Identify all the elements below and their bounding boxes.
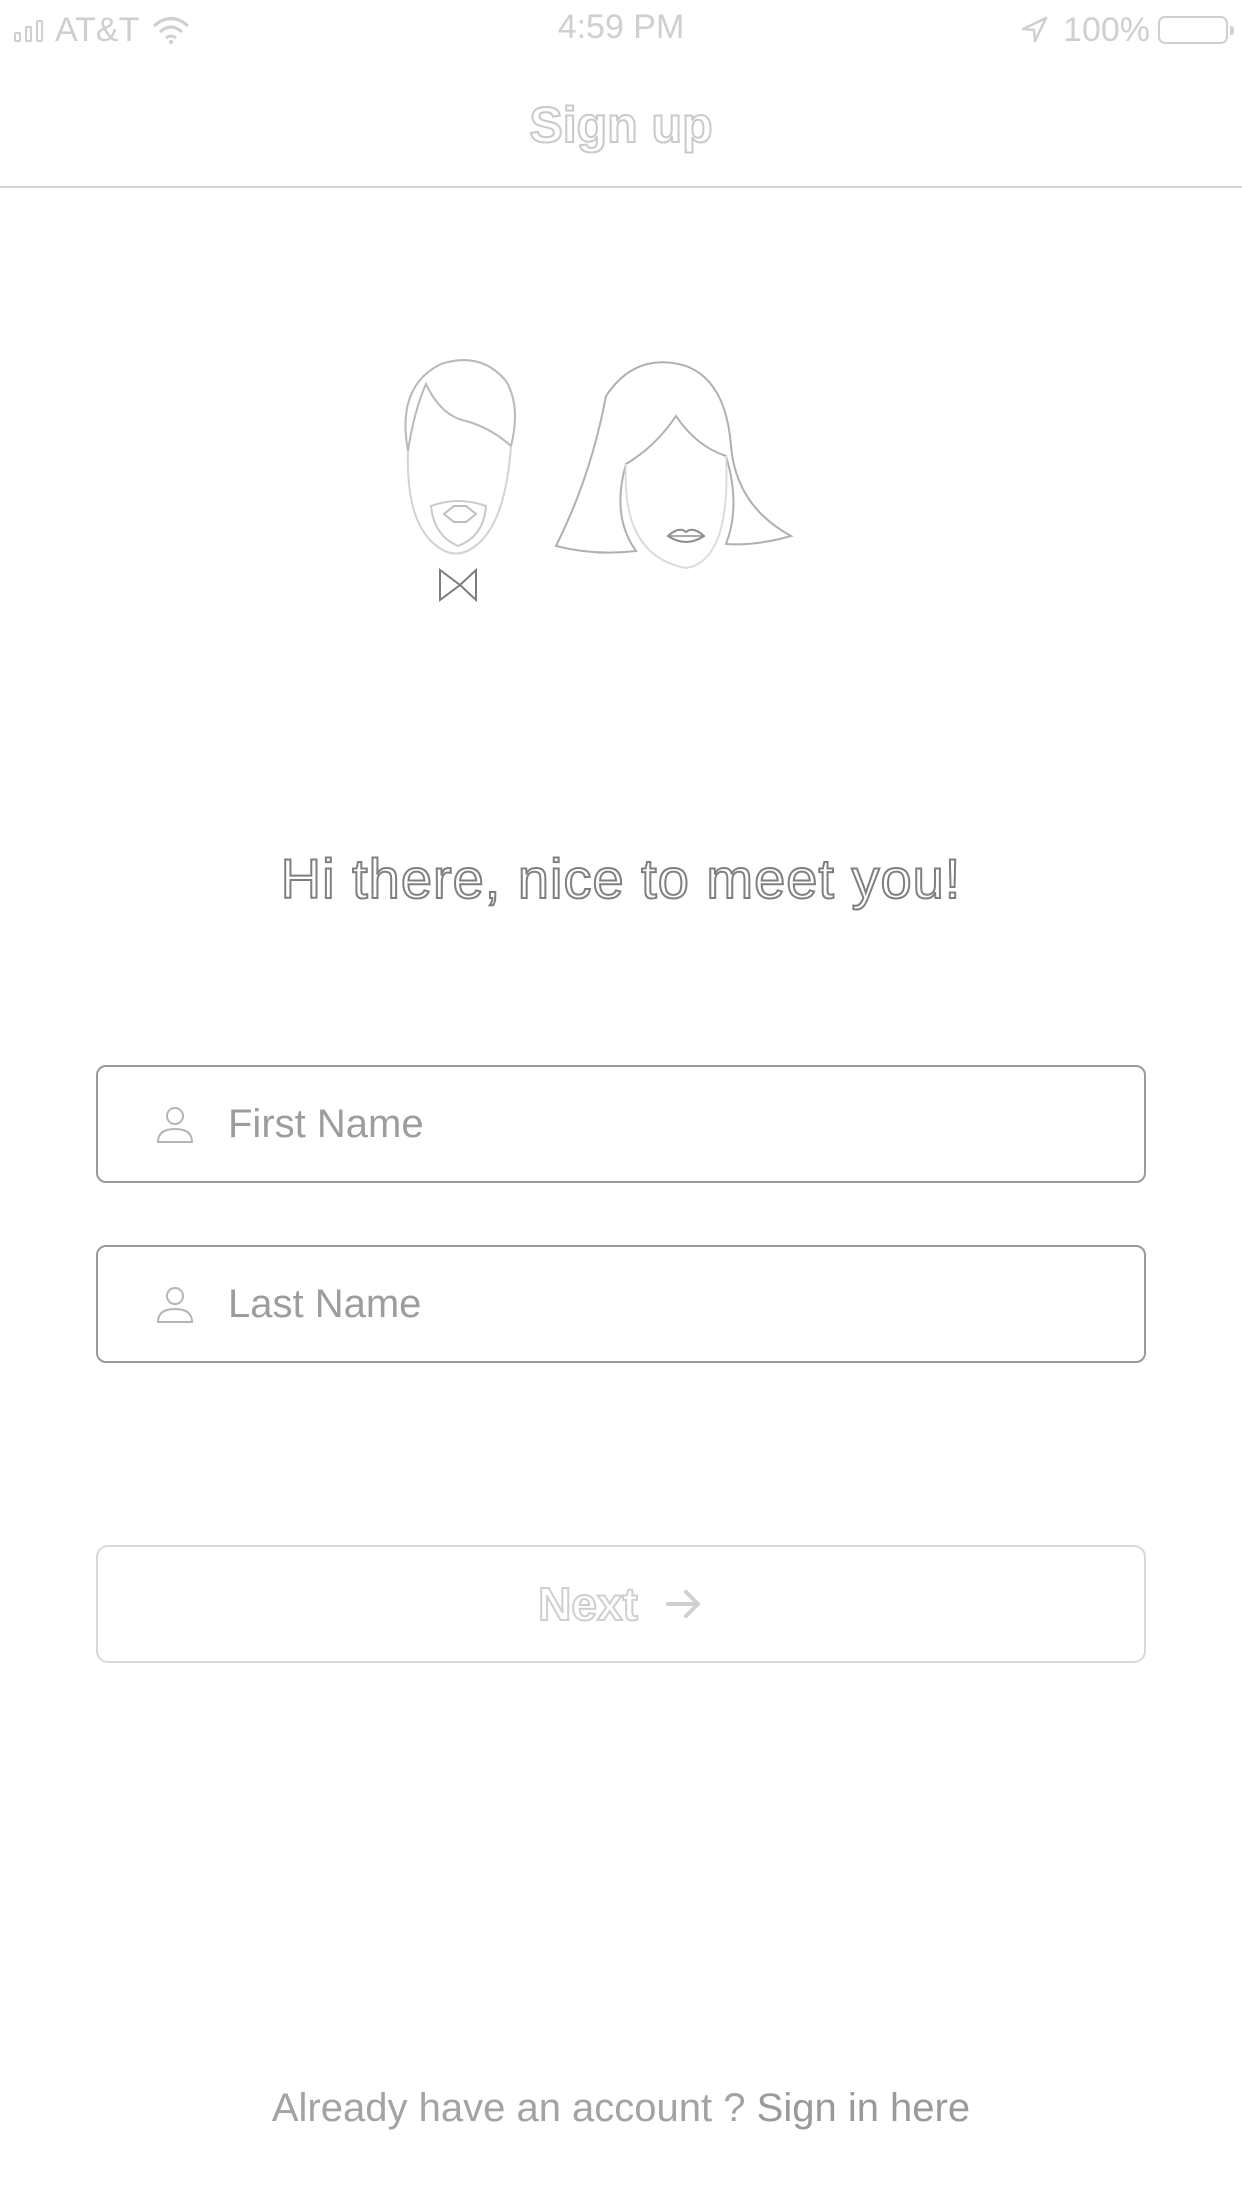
next-button-label: Next — [537, 1577, 639, 1631]
signin-prompt-text: Already have an account ? — [271, 2086, 746, 2130]
battery-icon — [1158, 16, 1234, 44]
person-icon — [156, 1287, 194, 1323]
signin-link[interactable]: Sign in here — [757, 2086, 970, 2130]
last-name-input[interactable] — [226, 1280, 1090, 1328]
last-name-field[interactable] — [96, 1245, 1146, 1363]
status-right: 100% — [1019, 10, 1234, 50]
person-icon — [156, 1107, 194, 1143]
signin-prompt: Already have an account ? Sign in here — [0, 2086, 1242, 2131]
first-name-input[interactable] — [226, 1100, 1090, 1148]
battery-percentage: 100% — [1063, 10, 1150, 49]
location-arrow-icon — [1021, 16, 1048, 43]
couple-faces-icon — [404, 359, 794, 603]
nav-bar: Sign up — [0, 60, 1242, 188]
page-title: Sign up — [528, 96, 713, 154]
next-button[interactable]: Next — [96, 1545, 1146, 1663]
first-name-field[interactable] — [96, 1065, 1146, 1183]
status-bar: AT&T 4:59 PM 100% — [0, 0, 1242, 60]
arrow-right-icon — [665, 1590, 700, 1618]
greeting-heading: Hi there, nice to meet you! — [280, 846, 962, 911]
